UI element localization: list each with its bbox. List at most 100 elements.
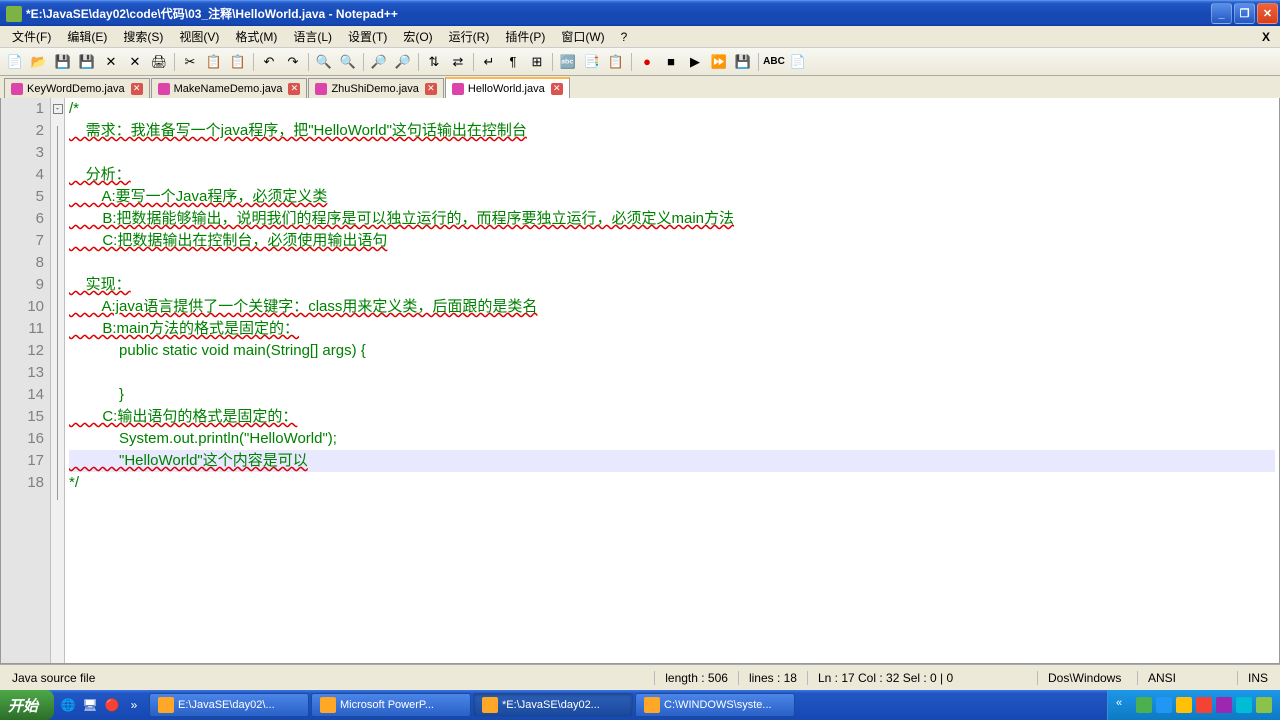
start-button[interactable]: 开始 — [0, 690, 54, 720]
ql-desktop-icon[interactable]: 🖥 — [80, 695, 100, 715]
fold-toggle[interactable]: - — [53, 104, 63, 114]
menu-settings[interactable]: 设置(T) — [340, 26, 395, 47]
status-lines: lines : 18 — [738, 671, 807, 685]
tab-3[interactable]: HelloWorld.java ✕ — [445, 77, 570, 98]
ql-media-icon[interactable]: 🔴 — [102, 695, 122, 715]
code-line[interactable]: A:要写一个Java程序，必须定义类 — [69, 186, 1275, 208]
save-all-icon[interactable]: 💾 — [76, 51, 98, 73]
code-area[interactable]: /* 需求：我准备写一个java程序，把"HelloWorld"这句话输出在控制… — [65, 98, 1279, 663]
tab-label: HelloWorld.java — [468, 83, 545, 95]
spell-icon[interactable]: ABC — [763, 51, 785, 73]
window-buttons: _ ❐ ✕ — [1211, 3, 1278, 24]
sync-h-icon[interactable]: ⇄ — [447, 51, 469, 73]
titlebar: *E:\JavaSE\day02\code\代码\03_注释\HelloWorl… — [0, 0, 1280, 26]
task-button-1[interactable]: Microsoft PowerP... — [311, 693, 471, 717]
task-label: C:\WINDOWS\syste... — [664, 699, 772, 711]
wrap-icon[interactable]: ↵ — [478, 51, 500, 73]
print-icon[interactable]: 🖨 — [148, 51, 170, 73]
tab-0[interactable]: KeyWordDemo.java✕ — [4, 78, 150, 98]
copy-icon[interactable]: 📋 — [203, 51, 225, 73]
all-chars-icon[interactable]: ¶ — [502, 51, 524, 73]
code-line[interactable]: public static void main(String[] args) { — [69, 340, 1275, 362]
maximize-button[interactable]: ❐ — [1234, 3, 1255, 24]
sync-v-icon[interactable]: ⇅ — [423, 51, 445, 73]
func-list-icon[interactable]: 📋 — [605, 51, 627, 73]
tab-1[interactable]: MakeNameDemo.java✕ — [151, 78, 308, 98]
menu-close-doc[interactable]: X — [1256, 28, 1276, 46]
lang-icon[interactable]: 🔤 — [557, 51, 579, 73]
menu-edit[interactable]: 编辑(E) — [59, 26, 115, 47]
code-line[interactable]: 需求：我准备写一个java程序，把"HelloWorld"这句话输出在控制台 — [69, 120, 1275, 142]
doc-map-icon[interactable]: 📑 — [581, 51, 603, 73]
undo-icon[interactable]: ↶ — [258, 51, 280, 73]
tab-2[interactable]: ZhuShiDemo.java✕ — [308, 78, 443, 98]
tray-icon-5[interactable] — [1216, 697, 1232, 713]
play-multi-icon[interactable]: ⏩ — [708, 51, 730, 73]
tab-close-icon[interactable]: ✕ — [425, 83, 437, 95]
tab-close-icon[interactable]: ✕ — [551, 83, 563, 95]
ql-ie-icon[interactable]: 🌐 — [58, 695, 78, 715]
menu-run[interactable]: 运行(R) — [441, 26, 498, 47]
menu-macro[interactable]: 宏(O) — [395, 26, 440, 47]
record-icon[interactable]: ● — [636, 51, 658, 73]
menu-window[interactable]: 窗口(W) — [553, 26, 612, 47]
tray-icon-4[interactable] — [1196, 697, 1212, 713]
tray-icon-6[interactable] — [1236, 697, 1252, 713]
menu-search[interactable]: 搜索(S) — [115, 26, 171, 47]
code-line[interactable]: B:main方法的格式是固定的： — [69, 318, 1275, 340]
tray-icon-2[interactable] — [1156, 697, 1172, 713]
new-file-icon[interactable]: 📄 — [4, 51, 26, 73]
code-line[interactable]: "HelloWorld"这个内容是可以 — [69, 450, 1275, 472]
find-icon[interactable]: 🔍 — [313, 51, 335, 73]
code-line[interactable]: C:输出语句的格式是固定的： — [69, 406, 1275, 428]
code-line[interactable]: A:java语言提供了一个关键字：class用来定义类，后面跟的是类名 — [69, 296, 1275, 318]
close-all-icon[interactable]: ✕ — [124, 51, 146, 73]
stop-icon[interactable]: ■ — [660, 51, 682, 73]
code-line[interactable]: System.out.println("HelloWorld"); — [69, 428, 1275, 450]
code-line[interactable] — [69, 362, 1275, 384]
menu-plugins[interactable]: 插件(P) — [497, 26, 553, 47]
code-line[interactable]: B:把数据能够输出，说明我们的程序是可以独立运行的，而程序要独立运行，必须定义m… — [69, 208, 1275, 230]
menu-view[interactable]: 视图(V) — [171, 26, 227, 47]
menu-help[interactable]: ? — [613, 28, 636, 46]
code-line[interactable] — [69, 252, 1275, 274]
doc-switcher-icon[interactable]: 📄 — [787, 51, 809, 73]
minimize-button[interactable]: _ — [1211, 3, 1232, 24]
zoom-in-icon[interactable]: 🔎 — [368, 51, 390, 73]
task-button-0[interactable]: E:\JavaSE\day02\... — [149, 693, 309, 717]
task-button-2[interactable]: *E:\JavaSE\day02... — [473, 693, 633, 717]
save-macro-icon[interactable]: 💾 — [732, 51, 754, 73]
code-line[interactable]: */ — [69, 472, 1275, 494]
menubar: 文件(F) 编辑(E) 搜索(S) 视图(V) 格式(M) 语言(L) 设置(T… — [0, 26, 1280, 48]
tab-close-icon[interactable]: ✕ — [131, 83, 143, 95]
save-icon[interactable]: 💾 — [52, 51, 74, 73]
task-label: E:\JavaSE\day02\... — [178, 699, 275, 711]
code-line[interactable]: C:把数据输出在控制台，必须使用输出语句 — [69, 230, 1275, 252]
redo-icon[interactable]: ↷ — [282, 51, 304, 73]
zoom-out-icon[interactable]: 🔎 — [392, 51, 414, 73]
code-line[interactable]: } — [69, 384, 1275, 406]
tray-expand-icon[interactable]: « — [1116, 697, 1132, 713]
code-line[interactable]: 分析： — [69, 164, 1275, 186]
ql-show-desktop-icon[interactable]: » — [124, 695, 144, 715]
code-line[interactable] — [69, 142, 1275, 164]
tray-icon-1[interactable] — [1136, 697, 1152, 713]
system-tray[interactable]: « — [1107, 690, 1280, 720]
tab-close-icon[interactable]: ✕ — [288, 83, 300, 95]
menu-format[interactable]: 格式(M) — [227, 26, 285, 47]
indent-guide-icon[interactable]: ⊞ — [526, 51, 548, 73]
close-button[interactable]: ✕ — [1257, 3, 1278, 24]
tray-icon-3[interactable] — [1176, 697, 1192, 713]
play-icon[interactable]: ▶ — [684, 51, 706, 73]
tray-icon-7[interactable] — [1256, 697, 1272, 713]
paste-icon[interactable]: 📋 — [227, 51, 249, 73]
code-line[interactable]: 实现： — [69, 274, 1275, 296]
open-file-icon[interactable]: 📂 — [28, 51, 50, 73]
code-line[interactable]: /* — [69, 98, 1275, 120]
close-file-icon[interactable]: ✕ — [100, 51, 122, 73]
task-button-3[interactable]: C:\WINDOWS\syste... — [635, 693, 795, 717]
menu-language[interactable]: 语言(L) — [285, 26, 340, 47]
menu-file[interactable]: 文件(F) — [4, 26, 59, 47]
cut-icon[interactable]: ✂ — [179, 51, 201, 73]
replace-icon[interactable]: 🔍 — [337, 51, 359, 73]
